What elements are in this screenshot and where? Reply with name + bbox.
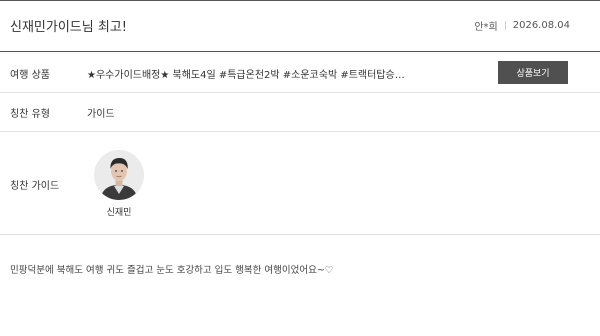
post-date: 2026.08.04 <box>512 20 570 31</box>
post-author: 안*희 <box>474 22 498 33</box>
product-name[interactable]: ★우수가이드배정★ 북해도4일 #특급온천2박 #소운코숙박 #트랙터탑승 #대… <box>87 66 407 81</box>
post-title: 신재민가이드님 최고! <box>10 20 127 35</box>
view-product-button[interactable]: 상품보기 <box>498 61 568 84</box>
review-text: 민팡덕분에 북해도 여행 귀도 즐겁고 눈도 호강하고 입도 행복한 여행이었어… <box>10 265 334 276</box>
guide-name: 신재민 <box>106 208 132 218</box>
guide-card[interactable]: 신재민 <box>93 150 145 218</box>
praise-type-value: 가이드 <box>87 109 115 120</box>
guide-avatar <box>94 150 144 200</box>
product-row: 여행 상품 ★우수가이드배정★ 북해도4일 #특급온천2박 #소운코숙박 #트랙… <box>0 52 600 93</box>
post-meta: 안*희 2026.08.04 <box>474 18 570 33</box>
guide-portrait-icon <box>94 150 144 200</box>
praise-type-row: 칭찬 유형 가이드 <box>0 93 600 132</box>
praise-guide-label: 칭찬 가이드 <box>10 181 60 192</box>
meta-divider <box>504 21 506 30</box>
product-label: 여행 상품 <box>10 70 50 81</box>
post-header: 신재민가이드님 최고! 안*희 2026.08.04 <box>0 1 600 52</box>
praise-type-label: 칭찬 유형 <box>10 109 50 120</box>
praise-guide-row: 칭찬 가이드 신재민 <box>0 132 600 235</box>
review-detail-page: 신재민가이드님 최고! 안*희 2026.08.04 여행 상품 ★우수가이드배… <box>0 0 600 336</box>
